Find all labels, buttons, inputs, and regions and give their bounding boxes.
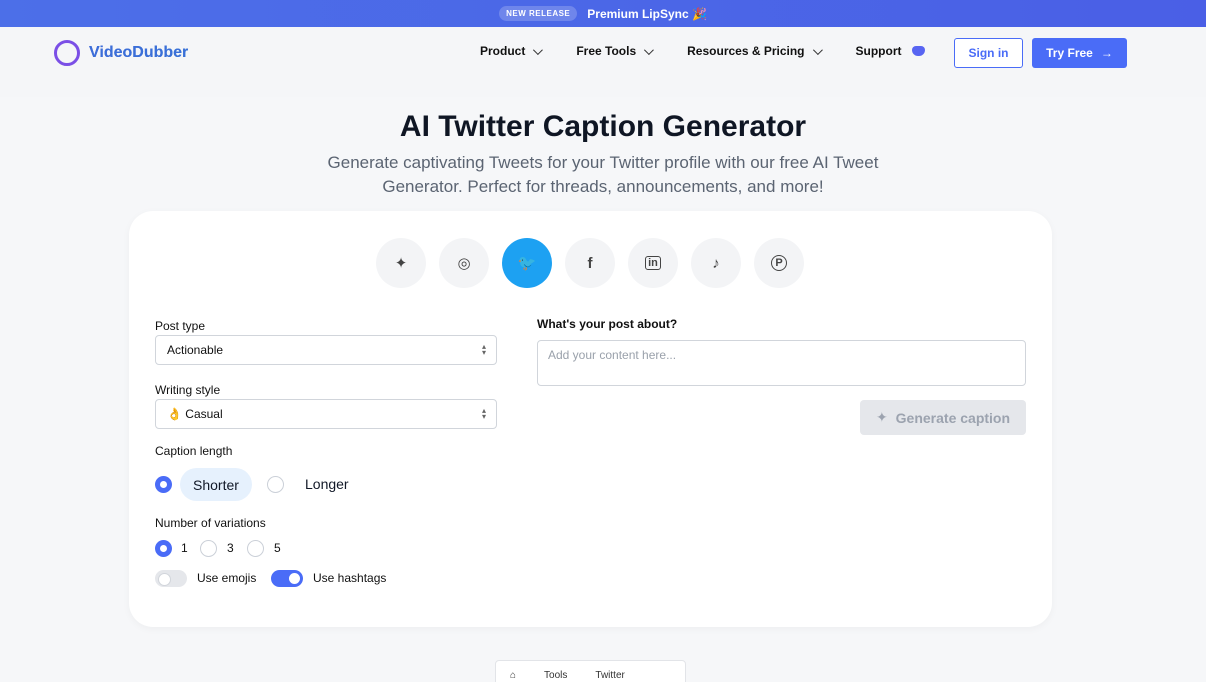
platform-selector: ✦ ◎ 🐦 f in ♪ P: [376, 238, 804, 288]
variation-5-label[interactable]: 5: [274, 541, 281, 555]
variation-3-label[interactable]: 3: [227, 541, 234, 555]
variations-label: Number of variations: [155, 516, 266, 530]
page-subtitle: Generate captivating Tweets for your Twi…: [327, 153, 879, 196]
chevron-down-icon: [644, 44, 655, 55]
select-arrows-icon: ▴ ▾: [481, 406, 486, 421]
top-nav: VideoDubber Product Free Tools Resources…: [0, 27, 1206, 79]
caption-length-label: Caption length: [155, 444, 233, 458]
linkedin-platform-button[interactable]: in: [628, 238, 678, 288]
sparkle-icon: ✦: [875, 409, 888, 425]
arrow-right-icon: →: [1100, 46, 1113, 60]
pinterest-platform-button[interactable]: P: [754, 238, 804, 288]
twitter-icon: 🐦: [517, 255, 537, 272]
writing-style-value: 👌 Casual: [167, 407, 223, 421]
nav-item-resources-pricing[interactable]: Resources & Pricing: [687, 44, 823, 58]
nav-item-free-tools[interactable]: Free Tools: [576, 44, 655, 58]
post-type-label: Post type: [155, 319, 206, 333]
variation-3-radio[interactable]: [200, 540, 217, 557]
variation-5-radio[interactable]: [247, 540, 264, 557]
writing-style-select[interactable]: 👌 Casual ▴ ▾: [155, 399, 497, 429]
facebook-platform-button[interactable]: f: [565, 238, 615, 288]
tiktok-icon: ♪: [712, 254, 720, 272]
use-hashtags-label: Use hashtags: [313, 571, 387, 585]
length-longer-option[interactable]: Longer: [305, 476, 349, 492]
breadcrumb-tools[interactable]: Tools: [530, 670, 581, 681]
use-emojis-label: Use emojis: [197, 571, 257, 585]
try-free-label: Try Free: [1046, 46, 1093, 60]
logo-text: VideoDubber: [89, 44, 189, 61]
nav-item-label: Free Tools: [576, 44, 637, 58]
variation-1-label[interactable]: 1: [181, 541, 188, 555]
chevron-down-icon: [533, 44, 544, 55]
pinterest-icon: P: [771, 255, 787, 271]
logo[interactable]: VideoDubber: [54, 40, 188, 66]
banner-promo-text[interactable]: Premium LipSync 🎉: [587, 7, 707, 21]
use-hashtags-toggle[interactable]: [271, 570, 303, 587]
instagram-platform-button[interactable]: ◎: [439, 238, 489, 288]
sign-in-button[interactable]: Sign in: [954, 38, 1023, 68]
facebook-icon: f: [587, 254, 593, 272]
sparkle-platform-button[interactable]: ✦: [376, 238, 426, 288]
chevron-down-icon: [812, 44, 823, 55]
generator-card: ✦ ◎ 🐦 f in ♪ P Post type Actionable ▴ ▾ W…: [129, 211, 1052, 627]
nav-item-label: Support: [855, 44, 902, 58]
nav-item-label: Product: [480, 44, 526, 58]
select-arrows-icon: ▴ ▾: [481, 342, 486, 357]
variation-1-radio[interactable]: [155, 540, 172, 557]
nav-item-support[interactable]: Support: [856, 44, 925, 58]
post-content-textarea[interactable]: Add your content here...: [537, 340, 1026, 386]
discord-icon: [911, 46, 925, 56]
post-type-select[interactable]: Actionable ▴ ▾: [155, 335, 497, 365]
release-banner[interactable]: NEW RELEASE Premium LipSync 🎉: [0, 0, 1206, 27]
generate-caption-button[interactable]: ✦ Generate caption: [860, 400, 1026, 435]
logo-ring-icon: [54, 40, 80, 66]
nav-item-product[interactable]: Product: [480, 44, 544, 58]
length-longer-radio[interactable]: [267, 476, 284, 493]
breadcrumb: ⌂ Tools Twitter: [495, 660, 686, 682]
instagram-icon: ◎: [457, 255, 471, 272]
new-release-badge: NEW RELEASE: [499, 6, 578, 21]
tiktok-platform-button[interactable]: ♪: [691, 238, 741, 288]
page-title: AI Twitter Caption Generator: [399, 110, 807, 143]
length-shorter-option[interactable]: Shorter: [180, 468, 252, 501]
linkedin-icon: in: [645, 256, 661, 270]
home-icon[interactable]: ⌂: [496, 670, 530, 681]
nav-menu: Product Free Tools Resources & Pricing S…: [480, 44, 925, 58]
try-free-button[interactable]: Try Free →: [1032, 38, 1127, 68]
nav-item-label: Resources & Pricing: [687, 44, 805, 58]
length-shorter-radio[interactable]: [155, 476, 172, 493]
sparkle-icon: ✦: [394, 255, 408, 272]
writing-style-label: Writing style: [155, 383, 221, 397]
breadcrumb-twitter[interactable]: Twitter: [581, 670, 638, 681]
post-type-value: Actionable: [167, 343, 224, 357]
post-about-label: What's your post about?: [537, 317, 678, 331]
use-emojis-toggle[interactable]: [155, 570, 187, 587]
twitter-platform-button[interactable]: 🐦: [502, 238, 552, 288]
generate-caption-label: Generate caption: [895, 409, 1011, 426]
